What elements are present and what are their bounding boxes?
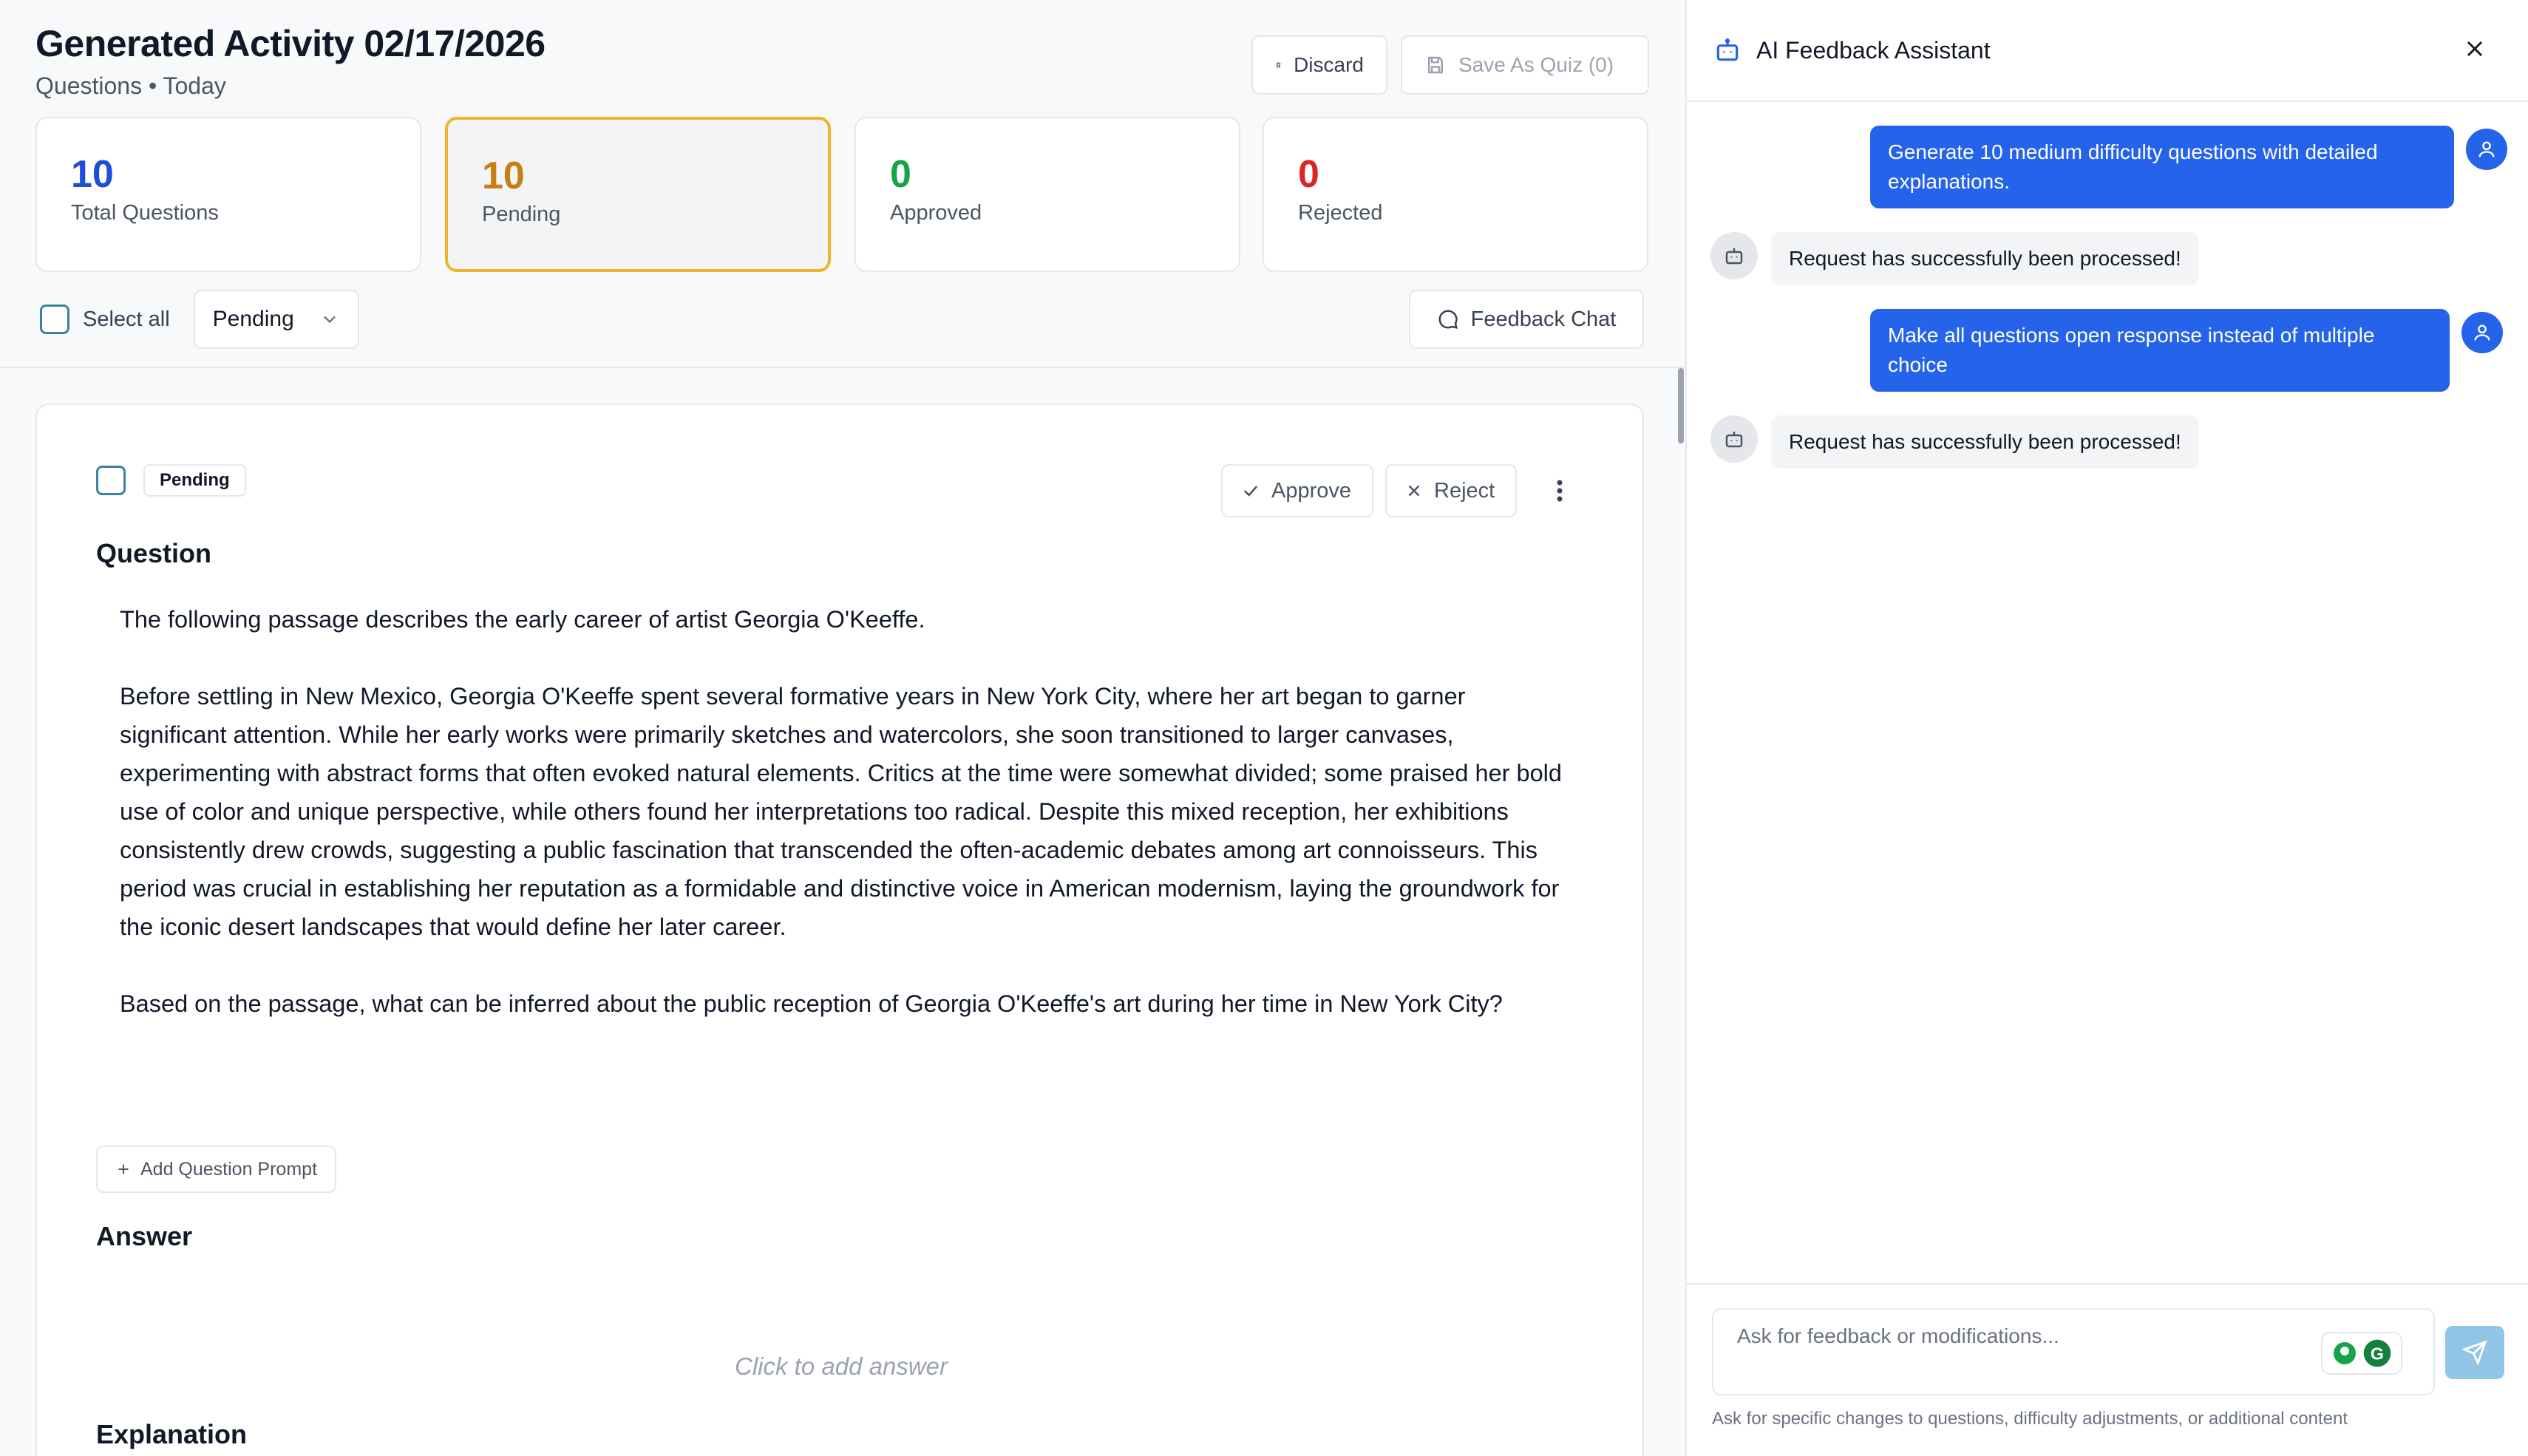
save-as-quiz-button[interactable]: Save As Quiz (0) (1401, 35, 1649, 95)
question-card: Pending Approve Reject Question The foll… (35, 404, 1644, 1456)
main-content: Generated Activity 02/17/2026 Questions … (0, 0, 1685, 1456)
send-button[interactable] (2445, 1326, 2504, 1379)
close-icon[interactable] (2461, 35, 2488, 62)
feedback-chat-label: Feedback Chat (1470, 307, 1617, 331)
divider (1687, 1283, 2528, 1285)
discard-label: Discard (1294, 53, 1364, 76)
add-question-prompt-button[interactable]: Add Question Prompt (96, 1146, 337, 1193)
user-message: Make all questions open response instead… (1870, 309, 2450, 392)
discard-button[interactable]: Discard (1251, 35, 1387, 95)
page-header: Generated Activity 02/17/2026 Questions … (35, 22, 546, 100)
user-avatar-icon (2461, 312, 2503, 353)
stat-rejected[interactable]: 0 Rejected (1263, 117, 1648, 272)
answer-heading: Answer (96, 1221, 193, 1251)
explanation-heading: Explanation (96, 1419, 248, 1449)
chevron-down-icon (323, 316, 336, 324)
approve-label: Approve (1271, 478, 1352, 503)
reject-button[interactable]: Reject (1385, 464, 1517, 517)
panel-header: AI Feedback Assistant (1687, 0, 2528, 102)
scrollbar-thumb[interactable] (1678, 368, 1684, 443)
divider (0, 367, 1685, 368)
send-icon (2462, 1340, 2487, 1365)
select-all-checkbox[interactable] (40, 305, 69, 334)
stat-approved[interactable]: 0 Approved (854, 117, 1240, 272)
filter-row: Select all Pending (40, 290, 359, 349)
x-icon (1408, 485, 1420, 497)
user-avatar-icon (2466, 129, 2507, 170)
more-options-icon[interactable] (1545, 476, 1574, 506)
bot-avatar-icon (1710, 232, 1758, 279)
question-text[interactable]: The following passage describes the earl… (120, 600, 1569, 1023)
trash-icon (1276, 62, 1281, 68)
status-badge: Pending (143, 464, 246, 497)
ai-feedback-panel: AI Feedback Assistant Generate 10 medium… (1685, 0, 2528, 1456)
save-icon (1428, 56, 1443, 74)
question-heading: Question (96, 538, 212, 568)
stat-value: 0 (890, 153, 911, 196)
check-icon (1243, 486, 1258, 497)
plus-icon (118, 1164, 129, 1174)
approve-button[interactable]: Approve (1221, 464, 1373, 517)
stat-label: Total Questions (71, 201, 219, 225)
input-hint: Ask for specific changes to questions, d… (1712, 1409, 2348, 1429)
page-title: Generated Activity 02/17/2026 (35, 23, 546, 64)
bot-icon (1716, 38, 1739, 61)
svg-text:G: G (2371, 1344, 2384, 1363)
chat-bubble-icon (1438, 310, 1458, 329)
user-message: Generate 10 medium difficulty questions … (1870, 126, 2454, 208)
bot-message: Request has successfully been processed! (1771, 415, 2199, 469)
status-filter-select[interactable]: Pending (193, 290, 359, 349)
stat-label: Rejected (1298, 201, 1383, 225)
stat-value: 10 (71, 153, 114, 196)
reject-label: Reject (1434, 478, 1495, 503)
grammarly-icon[interactable]: G (2321, 1332, 2402, 1375)
select-all-label: Select all (83, 307, 170, 331)
save-as-quiz-label: Save As Quiz (0) (1458, 53, 1614, 76)
stat-pending[interactable]: 10 Pending (445, 117, 831, 272)
stat-total-questions[interactable]: 10 Total Questions (35, 117, 421, 272)
answer-placeholder[interactable]: Click to add answer (37, 1353, 1645, 1381)
stat-value: 10 (482, 154, 525, 197)
bot-message: Request has successfully been processed! (1771, 232, 2199, 285)
feedback-chat-button[interactable]: Feedback Chat (1409, 290, 1644, 349)
status-filter-value: Pending (212, 307, 294, 331)
stat-label: Pending (482, 203, 561, 226)
question-select-checkbox[interactable] (96, 466, 126, 495)
page-subtitle: Questions • Today (35, 72, 226, 99)
bot-avatar-icon (1710, 415, 1758, 463)
stat-label: Approved (890, 201, 982, 225)
panel-title: AI Feedback Assistant (1756, 36, 1991, 64)
add-question-prompt-label: Add Question Prompt (140, 1158, 318, 1180)
stat-value: 0 (1298, 153, 1319, 196)
